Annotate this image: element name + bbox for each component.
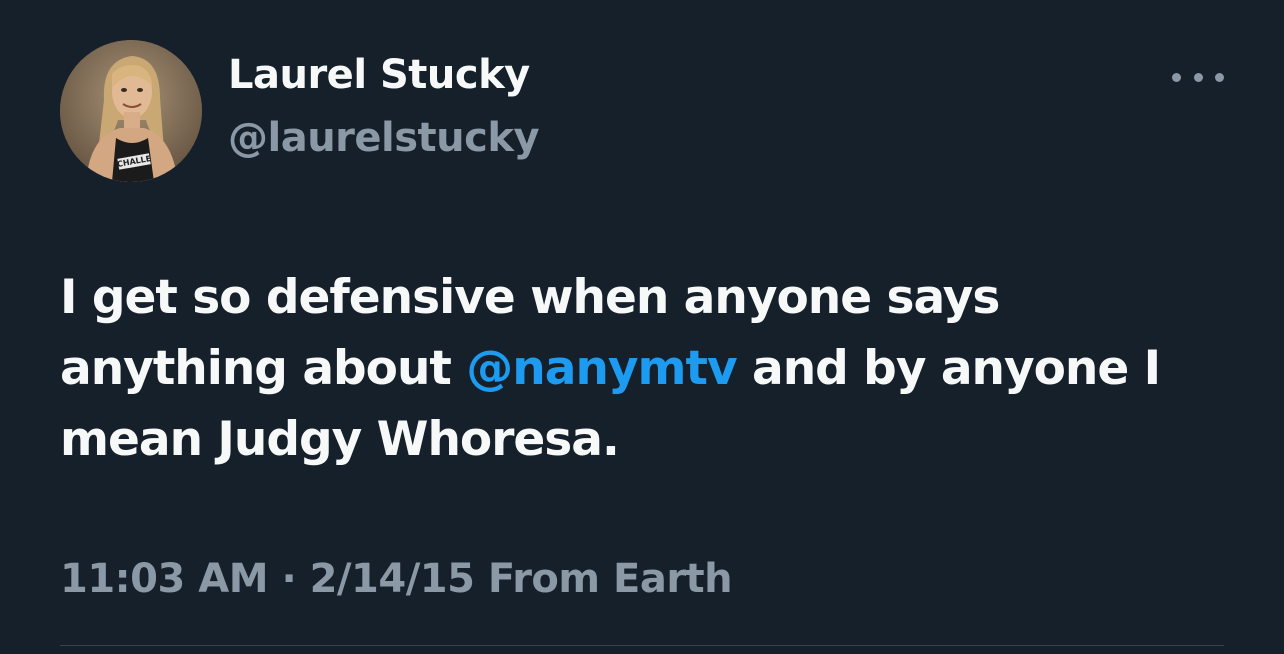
tweet-date[interactable]: 2/14/15: [310, 556, 475, 602]
tweet-text: I get so defensive when anyone says anyt…: [60, 262, 1240, 475]
more-options-button[interactable]: [1172, 62, 1224, 92]
tweet-card: CHALLE Laurel Stucky @laurelstucky I get…: [0, 0, 1284, 654]
avatar[interactable]: CHALLE: [60, 40, 202, 182]
ellipsis-icon: [1215, 72, 1224, 82]
mention-link[interactable]: @nanymtv: [466, 341, 737, 396]
tweet-metadata: 11:03 AM · 2/14/15 From Earth: [60, 556, 733, 602]
display-name[interactable]: Laurel Stucky: [228, 52, 530, 98]
meta-separator: ·: [281, 556, 297, 602]
ellipsis-icon: [1172, 72, 1181, 82]
tweet-source: From Earth: [487, 556, 733, 602]
avatar-image: CHALLE: [60, 40, 202, 182]
divider: [60, 645, 1224, 646]
user-handle[interactable]: @laurelstucky: [228, 115, 540, 161]
tweet-time[interactable]: 11:03 AM: [60, 556, 269, 602]
ellipsis-icon: [1193, 72, 1203, 82]
